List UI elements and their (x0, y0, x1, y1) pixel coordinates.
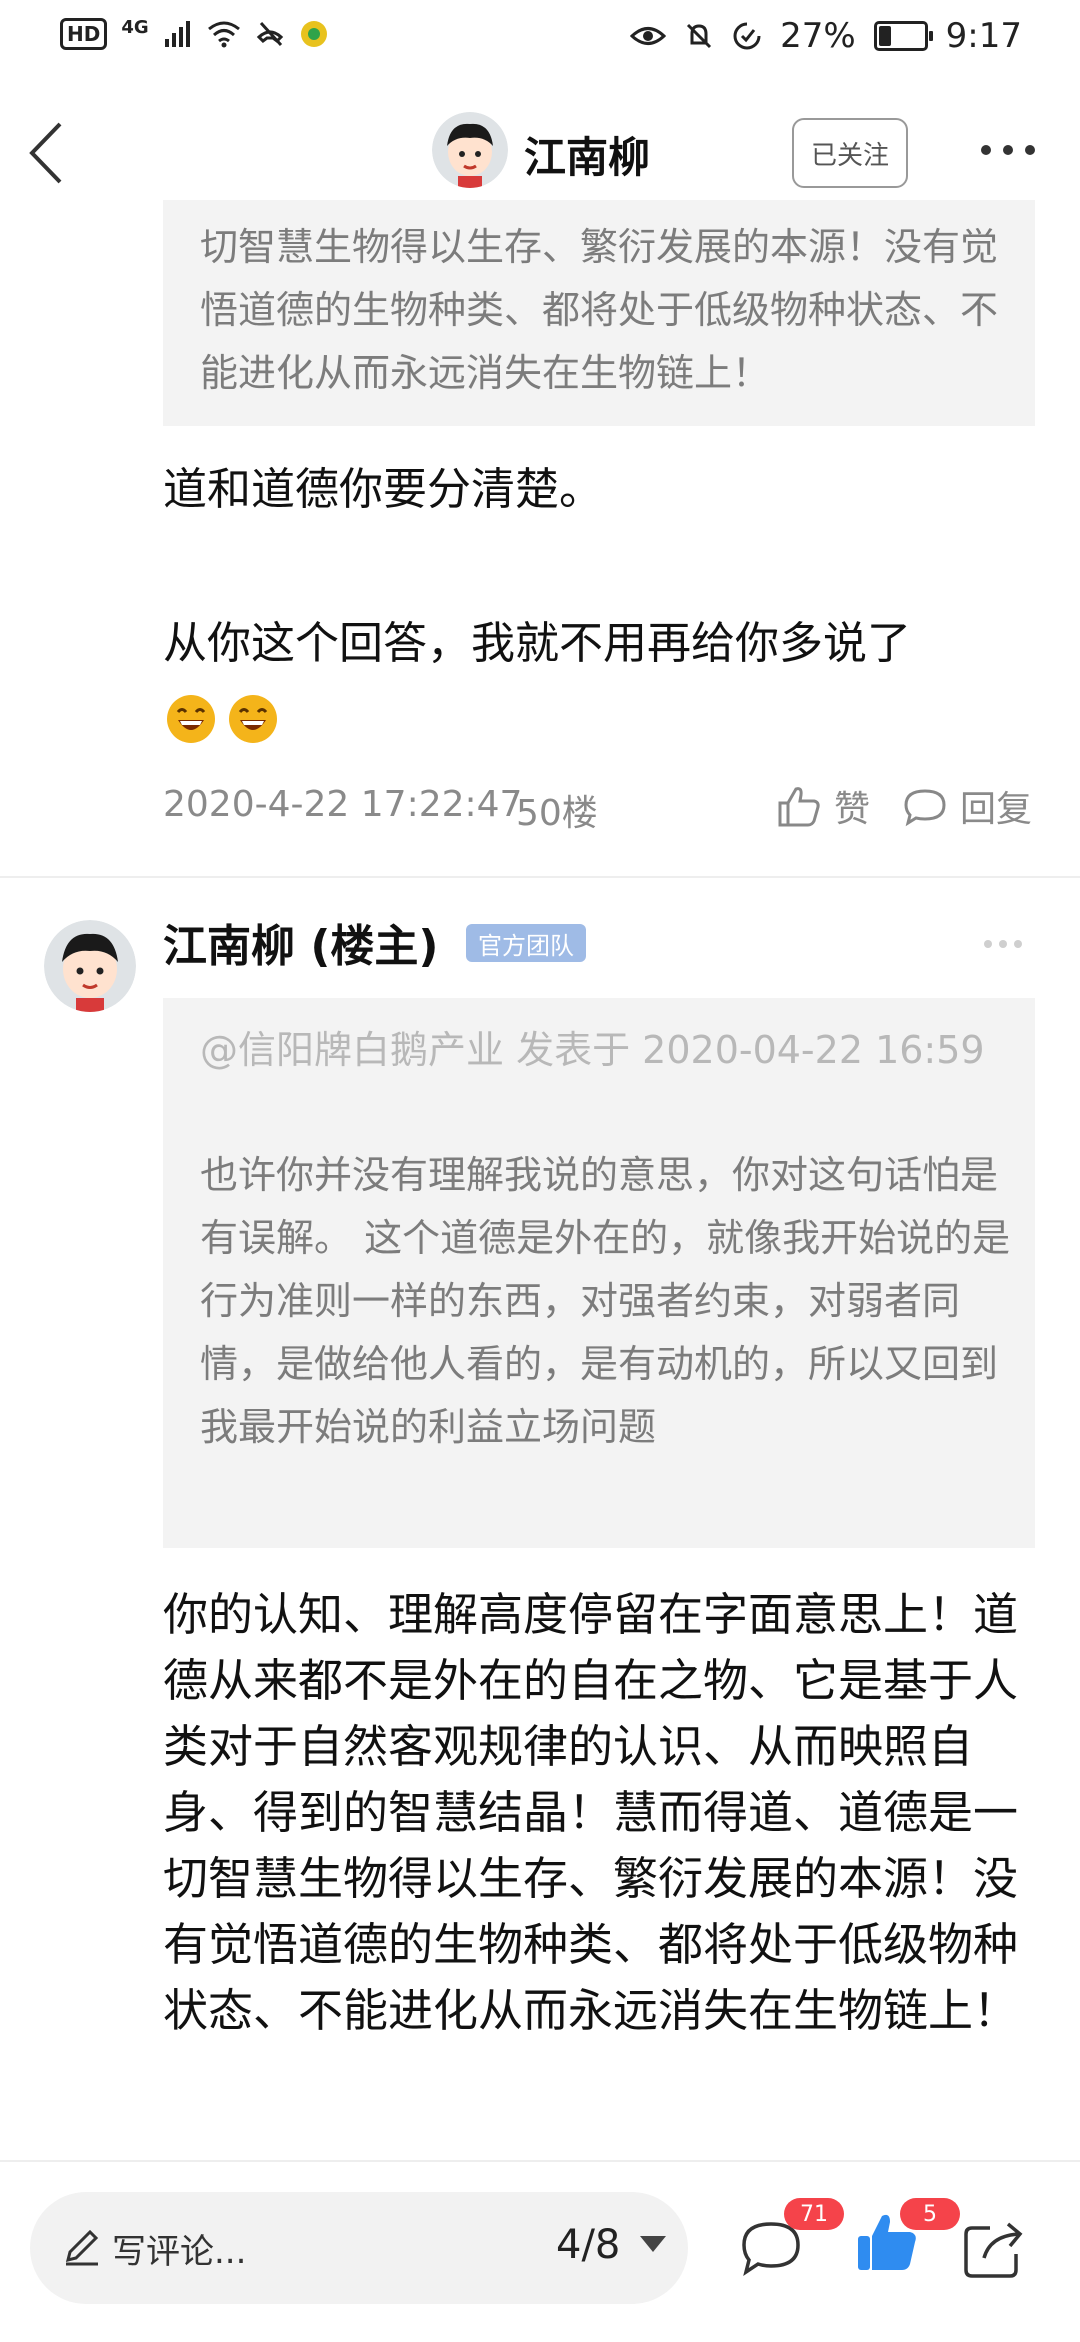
more-options-icon[interactable] (982, 938, 1024, 950)
reply-body-text: 你的认知、理解高度停留在字面意思上！道德从来都不是外在的自在之物、它是基于人类对… (163, 1588, 1019, 2037)
avatar[interactable] (432, 112, 508, 188)
like-count-badge: 5 (900, 2198, 960, 2230)
reply-text-line: 道和道德你要分清楚。 (163, 464, 603, 515)
post-divider (0, 876, 1080, 878)
more-options-icon[interactable] (978, 136, 1038, 164)
status-right: 27% 9:17 (630, 16, 1022, 56)
pencil-icon (65, 2229, 99, 2266)
call-blocked-icon (256, 21, 283, 47)
quoted-reply-header: @信阳牌白鹅产业 发表于 2020-04-22 16:59 (200, 1028, 985, 1072)
avatar[interactable] (44, 920, 136, 1012)
reply-label: 回复 (960, 789, 1033, 830)
app-notification-icon (300, 21, 327, 47)
comment-count-badge: 71 (784, 2198, 844, 2230)
floor-number: 50楼 (516, 793, 598, 834)
emoji-row (166, 694, 278, 744)
battery-icon (873, 21, 933, 51)
comment-placeholder[interactable]: 写评论... (112, 2224, 246, 2273)
signal-icon (164, 21, 190, 47)
back-arrow-icon[interactable] (22, 118, 72, 188)
share-icon[interactable] (960, 2214, 1030, 2284)
status-bar: HD 4G 27% 9:17 (0, 0, 1080, 80)
battery-percent: 27% (780, 16, 856, 56)
like-label: 赞 (834, 789, 871, 830)
like-button[interactable]: 赞 (776, 780, 870, 832)
header-username[interactable]: 江南柳 (524, 124, 650, 185)
network-type: 4G (121, 16, 149, 38)
page-indicator[interactable]: 4/8 (556, 2222, 620, 2268)
comment-bubble-icon (904, 789, 946, 827)
quoted-reply-text: 切智慧生物得以生存、繁衍发展的本源！没有觉悟道德的生物种类、都将处于低级物种状态… (200, 225, 999, 395)
data-saver-icon (733, 22, 761, 50)
official-team-badge: 官方团队 (466, 924, 586, 962)
reply-author-name[interactable]: 江南柳 (楼主) (163, 910, 439, 974)
quoted-reply-text: 也许你并没有理解我说的意思，你对这句话怕是有误解。 这个道德是外在的，就像我开始… (200, 1153, 1011, 1449)
wifi-icon (207, 21, 240, 48)
battery-fill (878, 26, 891, 46)
clock: 9:17 (945, 16, 1022, 56)
status-left: HD 4G (60, 16, 329, 50)
thumbs-up-icon (778, 787, 820, 827)
eye-icon (630, 27, 667, 45)
reply-text-line: 从你这个回答，我就不用再给你多说了 (163, 618, 911, 669)
laughing-emoji-icon (167, 695, 215, 743)
hd-indicator: HD (60, 18, 108, 50)
laughing-emoji-icon (229, 695, 277, 743)
mute-bell-icon (687, 23, 712, 49)
follow-button[interactable]: 已关注 (792, 118, 908, 188)
chevron-down-icon[interactable] (640, 2236, 666, 2252)
reply-timestamp: 2020-4-22 17:22:47 (163, 784, 523, 825)
reply-button[interactable]: 回复 (902, 780, 1032, 832)
